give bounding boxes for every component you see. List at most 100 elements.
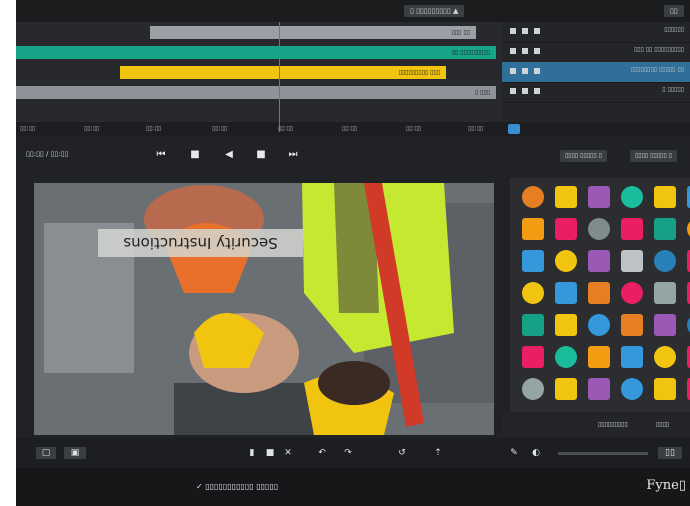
time-ruler[interactable]: ▯▯:▯▯ ▯▯:▯▯ ▯▯:▯▯ ▯▯:▯▯ ▯▯:▯▯ ▯▯:▯▯ ▯▯:▯… xyxy=(16,122,502,136)
sticker-item[interactable] xyxy=(588,346,610,368)
zoom-out-button[interactable]: ▢ xyxy=(36,447,56,459)
sticker-item[interactable] xyxy=(588,282,610,304)
speaker-icon[interactable] xyxy=(534,48,540,54)
timeline-track: ▯ ▯▯▯ xyxy=(16,82,502,102)
stop-icon[interactable]: ■ xyxy=(188,148,202,162)
top-right-button[interactable]: ▯▯ xyxy=(664,5,684,17)
editor-window: ▯ ▯▯▯▯▯▯▯▯▯ ▲ ▯▯ ▯▯▯ ▯▯ ▯▯ ▯▯▯▯▯▯▯▯▯ ▯▯▯… xyxy=(16,0,690,506)
upload-icon[interactable]: ⇡ xyxy=(432,447,444,459)
sticker-item[interactable] xyxy=(522,314,544,336)
size-field[interactable]: ▯▯ xyxy=(658,447,682,459)
sticker-item[interactable] xyxy=(555,346,577,368)
sticker-item[interactable] xyxy=(555,378,577,400)
sticker-item[interactable] xyxy=(621,186,643,208)
eye-icon[interactable] xyxy=(522,48,528,54)
lock-icon[interactable] xyxy=(510,88,516,94)
sticker-item[interactable] xyxy=(654,314,676,336)
ruler-tick: ▯▯:▯▯ xyxy=(146,125,162,132)
sticker-item[interactable] xyxy=(621,314,643,336)
track-name: ▯▯▯▯▯▯▯▯ ▯▯▯▯▯ ▯▯ xyxy=(630,66,684,73)
size-slider[interactable] xyxy=(558,452,648,455)
library-header: ▯▯▯▯ ▯▯▯▯▯ ▯ ▯▯▯▯ ▯▯▯▯▯ ▯ xyxy=(502,136,690,176)
sticker-item[interactable] xyxy=(621,282,643,304)
track-name: ▯▯▯▯▯▯ xyxy=(664,26,684,33)
sticker-item[interactable] xyxy=(588,186,610,208)
sticker-item[interactable] xyxy=(588,378,610,400)
speaker-icon[interactable] xyxy=(534,88,540,94)
sticker-item[interactable] xyxy=(654,346,676,368)
sticker-item[interactable] xyxy=(522,346,544,368)
paint-icon[interactable]: ◐ xyxy=(530,447,542,459)
stop-icon[interactable]: ■ xyxy=(254,148,268,162)
undo-icon[interactable]: ↶ xyxy=(316,447,328,459)
top-bar: ▯ ▯▯▯▯▯▯▯▯▯ ▲ ▯▯ xyxy=(16,0,690,22)
library-tab[interactable]: ▯▯▯▯ ▯▯▯▯▯ ▯ xyxy=(560,150,607,162)
sticker-library[interactable] xyxy=(510,178,690,412)
sticker-item[interactable] xyxy=(654,186,676,208)
library-footer: ▯▯▯▯▯▯▯▯▯ ▯▯▯▯ xyxy=(502,414,690,436)
skip-back-icon[interactable]: ⏮ xyxy=(154,148,168,162)
library-footer-label: ▯▯▯▯ xyxy=(656,421,670,428)
sticker-item[interactable] xyxy=(555,282,577,304)
sticker-item[interactable] xyxy=(522,378,544,400)
video-preview[interactable]: Security Instructions xyxy=(34,183,494,435)
track-row-selected[interactable]: ▯▯▯▯▯▯▯▯ ▯▯▯▯▯ ▯▯ xyxy=(502,62,690,83)
timeline-clip[interactable]: ▯ ▯▯▯ xyxy=(16,86,496,99)
speaker-icon[interactable] xyxy=(534,28,540,34)
sticker-item[interactable] xyxy=(522,282,544,304)
timeline-clip[interactable]: ▯▯▯ ▯▯ xyxy=(150,26,476,39)
crop-icon[interactable]: ■ xyxy=(264,447,276,459)
sticker-item[interactable] xyxy=(522,250,544,272)
pencil-icon[interactable]: ✎ xyxy=(508,447,520,459)
preview-frame xyxy=(34,183,494,435)
sticker-item[interactable] xyxy=(654,282,676,304)
track-row[interactable]: ▯▯▯ ▯▯ ▯▯▯▯▯▯▯▯▯ xyxy=(502,42,690,63)
sticker-item[interactable] xyxy=(522,218,544,240)
track-row[interactable]: ▯▯▯▯▯▯ xyxy=(502,22,690,43)
eye-icon[interactable] xyxy=(522,88,528,94)
export-button[interactable]: ▯ ▯▯▯▯▯▯▯▯▯ ▲ xyxy=(404,5,465,17)
eye-icon[interactable] xyxy=(522,28,528,34)
redo-icon[interactable]: ↷ xyxy=(342,447,354,459)
ruler-tick: ▯▯:▯▯ xyxy=(212,125,228,132)
caption-text[interactable]: Security Instructions xyxy=(98,229,303,257)
sticker-item[interactable] xyxy=(621,250,643,272)
track-row[interactable]: ▯ ▯▯▯▯▯ xyxy=(502,82,690,103)
sticker-item[interactable] xyxy=(588,314,610,336)
lock-icon[interactable] xyxy=(510,28,516,34)
split-icon[interactable]: ▮ xyxy=(246,447,258,459)
sticker-item[interactable] xyxy=(654,378,676,400)
library-tab[interactable]: ▯▯▯▯ ▯▯▯▯▯ ▯ xyxy=(630,150,677,162)
lock-icon[interactable] xyxy=(510,48,516,54)
speaker-icon[interactable] xyxy=(534,68,540,74)
track-name: ▯ ▯▯▯▯▯ xyxy=(662,86,684,93)
timeline-clip[interactable]: ▯▯ ▯▯▯▯▯▯▯▯▯ xyxy=(16,46,496,59)
skip-forward-icon[interactable]: ⏭ xyxy=(286,148,300,162)
sticker-item[interactable] xyxy=(555,218,577,240)
sticker-item[interactable] xyxy=(522,186,544,208)
sticker-item[interactable] xyxy=(621,346,643,368)
sticker-item[interactable] xyxy=(621,378,643,400)
sticker-item[interactable] xyxy=(588,218,610,240)
sticker-item[interactable] xyxy=(621,218,643,240)
zoom-in-button[interactable]: ▣ xyxy=(64,447,86,459)
lock-icon[interactable] xyxy=(510,68,516,74)
volume-icon[interactable]: ◀ xyxy=(222,148,236,162)
timeline-clip[interactable]: ▯▯▯▯▯▯▯▯▯ ▯▯▯ xyxy=(120,66,446,79)
track-list: ▯▯▯▯▯▯ ▯▯▯ ▯▯ ▯▯▯▯▯▯▯▯▯ ▯▯▯▯▯▯▯▯ ▯▯▯▯▯ ▯… xyxy=(502,22,690,122)
playhead[interactable] xyxy=(279,22,280,132)
magnet-icon[interactable] xyxy=(508,124,520,134)
sticker-item[interactable] xyxy=(555,186,577,208)
rotate-icon[interactable]: ↺ xyxy=(396,447,408,459)
sticker-item[interactable] xyxy=(555,314,577,336)
sticker-item[interactable] xyxy=(654,250,676,272)
sticker-item[interactable] xyxy=(588,250,610,272)
timeline-track: ▯▯▯▯▯▯▯▯▯ ▯▯▯ xyxy=(16,62,502,82)
sticker-item[interactable] xyxy=(654,218,676,240)
timeline-track: ▯▯▯ ▯▯ xyxy=(16,22,502,42)
status-bar: ✓ ▯▯▯▯▯▯▯▯▯▯▯ ▯▯▯▯▯ Fyne▯ xyxy=(16,468,690,506)
sticker-item[interactable] xyxy=(555,250,577,272)
timeline[interactable]: ▯▯▯ ▯▯ ▯▯ ▯▯▯▯▯▯▯▯▯ ▯▯▯▯▯▯▯▯▯ ▯▯▯ ▯ ▯▯▯ xyxy=(16,22,502,122)
delete-icon[interactable]: ✕ xyxy=(282,447,294,459)
eye-icon[interactable] xyxy=(522,68,528,74)
